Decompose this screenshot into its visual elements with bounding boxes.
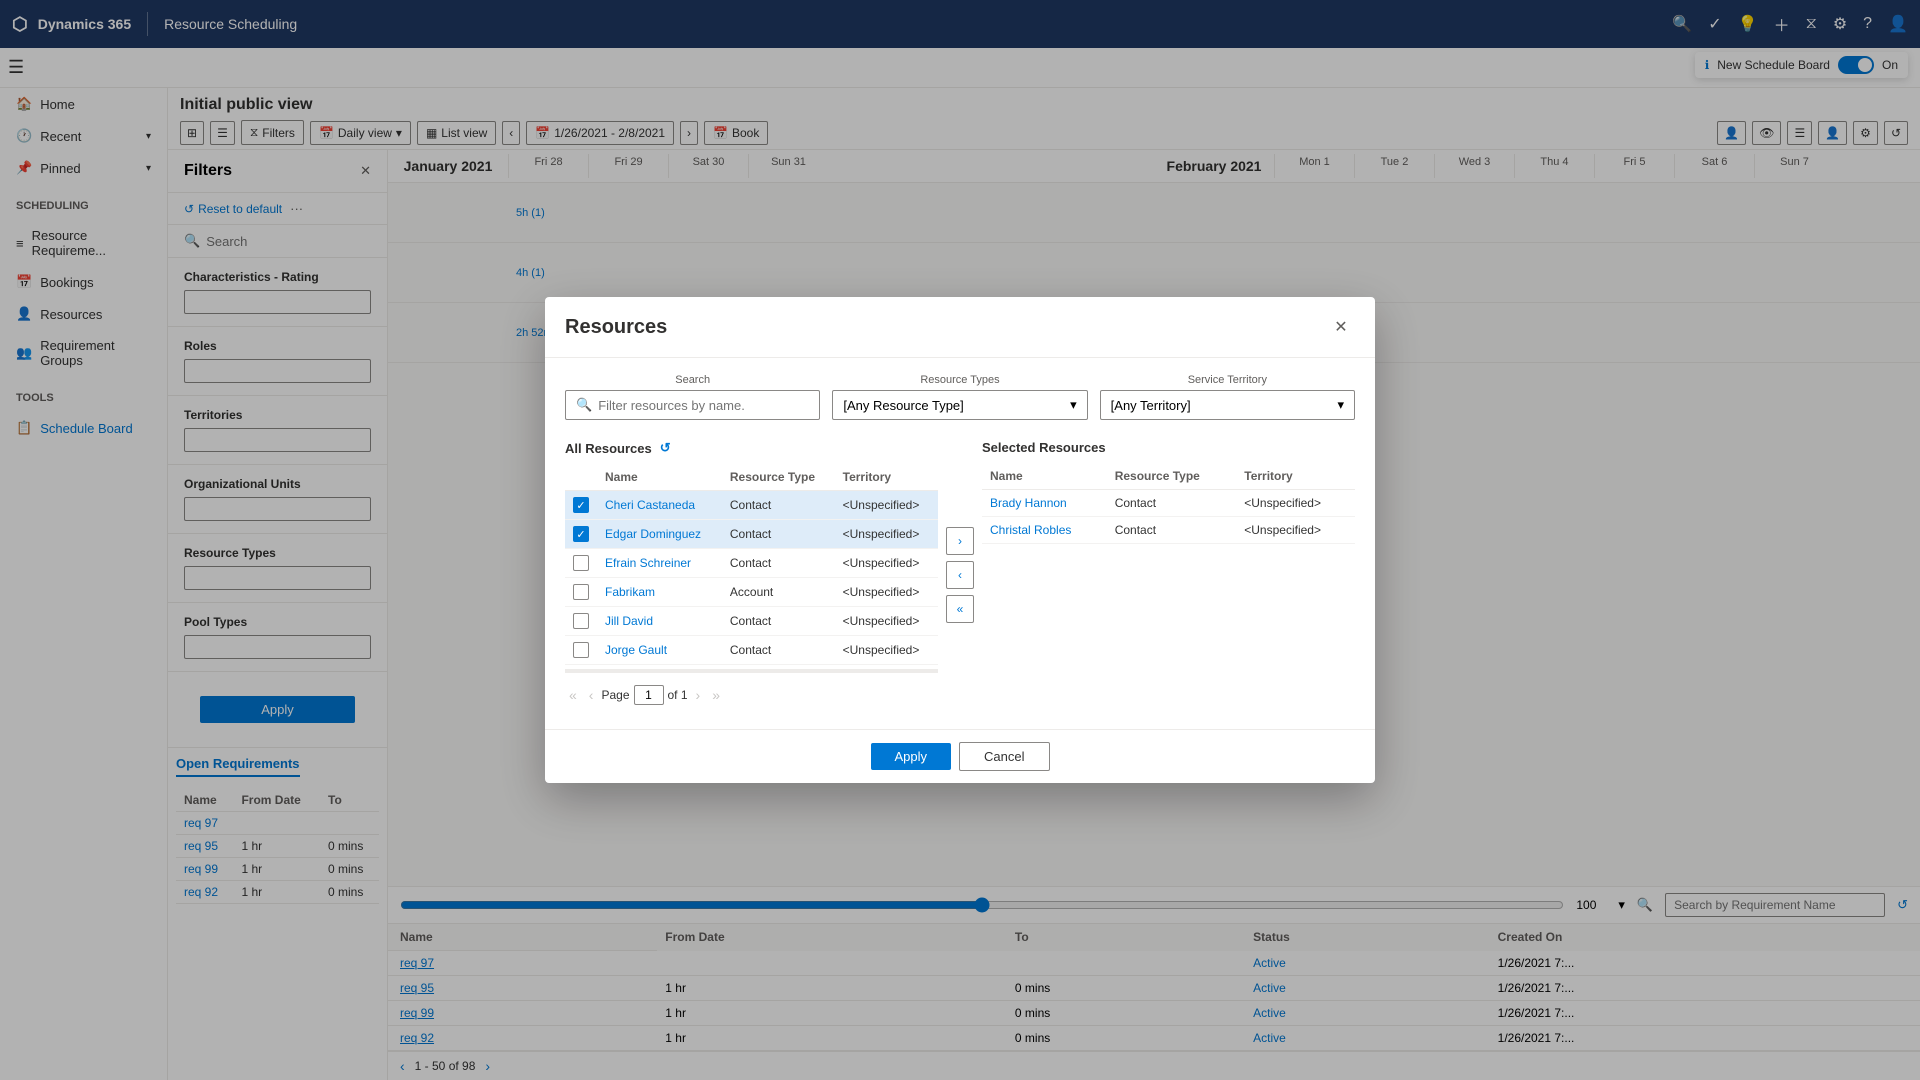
modal-search-col: Search 🔍 xyxy=(565,374,820,420)
resources-modal: Resources ✕ Search 🔍 Resource Types xyxy=(545,297,1375,783)
edgar-territory: <Unspecified> xyxy=(835,520,938,549)
cheri-territory: <Unspecified> xyxy=(835,491,938,520)
fabrikam-type: Account xyxy=(722,578,835,607)
modal-overlay[interactable]: Resources ✕ Search 🔍 Resource Types xyxy=(0,0,1920,1080)
checkbox-efrain[interactable] xyxy=(565,549,597,578)
page-label: Page xyxy=(601,688,629,702)
selected-resources-section: Selected Resources Name Resource Type Te… xyxy=(982,436,1355,713)
cheri-type: Contact xyxy=(722,491,835,520)
modal-search-icon: 🔍 xyxy=(576,397,592,413)
all-resources-refresh-icon[interactable]: ↺ xyxy=(660,440,671,456)
page-number-input[interactable] xyxy=(634,685,664,705)
modal-cancel-button[interactable]: Cancel xyxy=(959,742,1049,771)
selected-christal-link[interactable]: Christal Robles xyxy=(990,523,1071,537)
efrain-territory: <Unspecified> xyxy=(835,549,938,578)
territory-chevron-icon: ▾ xyxy=(1337,397,1344,413)
resource-types-chevron-icon: ▾ xyxy=(1070,397,1077,413)
modal-close-button[interactable]: ✕ xyxy=(1327,313,1355,341)
modal-apply-button[interactable]: Apply xyxy=(871,743,952,770)
all-resources-section: All Resources ↺ Name Resource Type Terri… xyxy=(565,436,938,713)
checkbox-jorge[interactable] xyxy=(565,636,597,665)
resource-types-value: [Any Resource Type] xyxy=(843,398,963,413)
jill-territory: <Unspecified> xyxy=(835,607,938,636)
resource-fabrikam-link[interactable]: Fabrikam xyxy=(605,585,655,599)
christal-type: Contact xyxy=(1107,517,1237,544)
page-next-button[interactable]: › xyxy=(692,685,705,705)
list-item: ✓ Edgar Dominguez Contact <Unspecified> xyxy=(565,520,938,549)
col-all-territory: Territory xyxy=(835,464,938,491)
col-sel-type: Resource Type xyxy=(1107,463,1237,490)
col-all-type: Resource Type xyxy=(722,464,835,491)
selected-resources-label: Selected Resources xyxy=(982,440,1106,455)
modal-filter-row: Search 🔍 Resource Types [Any Resource Ty… xyxy=(565,374,1355,420)
list-item: Efrain Schreiner Contact <Unspecified> xyxy=(565,549,938,578)
list-item: Christal Robles Contact <Unspecified> xyxy=(982,517,1355,544)
resource-edgar-link[interactable]: Edgar Dominguez xyxy=(605,527,701,541)
modal-title: Resources xyxy=(565,316,667,339)
list-item: Fabrikam Account <Unspecified> xyxy=(565,578,938,607)
modal-header: Resources ✕ xyxy=(545,297,1375,358)
col-check xyxy=(565,464,597,491)
all-resources-pagination: « ‹ Page of 1 › » xyxy=(565,677,938,713)
modal-resource-types-select[interactable]: [Any Resource Type] ▾ xyxy=(832,390,1087,420)
of-label: of 1 xyxy=(668,688,688,702)
all-resources-header: All Resources ↺ xyxy=(565,436,938,464)
modal-search-label: Search xyxy=(565,374,820,386)
resource-jorge-link[interactable]: Jorge Gault xyxy=(605,643,667,657)
resource-jill-link[interactable]: Jill David xyxy=(605,614,653,628)
brady-territory: <Unspecified> xyxy=(1236,490,1355,517)
modal-footer: Apply Cancel xyxy=(545,729,1375,783)
fabrikam-territory: <Unspecified> xyxy=(835,578,938,607)
jill-type: Contact xyxy=(722,607,835,636)
efrain-type: Contact xyxy=(722,549,835,578)
checkbox-cheri[interactable]: ✓ xyxy=(565,491,597,520)
modal-resource-types-col: Resource Types [Any Resource Type] ▾ xyxy=(832,374,1087,420)
modal-service-territory-label: Service Territory xyxy=(1100,374,1355,386)
territory-value: [Any Territory] xyxy=(1111,398,1191,413)
checkbox-edgar[interactable]: ✓ xyxy=(565,520,597,549)
jorge-type: Contact xyxy=(722,636,835,665)
checkbox-fabrikam[interactable] xyxy=(565,578,597,607)
edgar-type: Contact xyxy=(722,520,835,549)
page-first-button[interactable]: « xyxy=(565,685,581,705)
list-item: Brady Hannon Contact <Unspecified> xyxy=(982,490,1355,517)
resource-efrain-link[interactable]: Efrain Schreiner xyxy=(605,556,691,570)
transfer-left-button[interactable]: ‹ xyxy=(946,561,974,589)
resource-cheri-link[interactable]: Cheri Castaneda xyxy=(605,498,695,512)
page-last-button[interactable]: » xyxy=(708,685,724,705)
selected-resources-table: Name Resource Type Territory Brady Hanno… xyxy=(982,463,1355,544)
modal-service-territory-col: Service Territory [Any Territory] ▾ xyxy=(1100,374,1355,420)
list-item: Jill David Contact <Unspecified> xyxy=(565,607,938,636)
page-prev-button[interactable]: ‹ xyxy=(585,685,598,705)
col-all-name: Name xyxy=(597,464,722,491)
brady-type: Contact xyxy=(1107,490,1237,517)
selected-brady-link[interactable]: Brady Hannon xyxy=(990,496,1067,510)
modal-search-input[interactable] xyxy=(598,398,809,413)
all-resources-label: All Resources xyxy=(565,441,652,456)
all-resources-table: Name Resource Type Territory ✓ xyxy=(565,464,938,665)
list-item: ✓ Cheri Castaneda Contact <Unspecified> xyxy=(565,491,938,520)
col-sel-name: Name xyxy=(982,463,1107,490)
selected-resources-header: Selected Resources xyxy=(982,436,1355,463)
modal-body: Search 🔍 Resource Types [Any Resource Ty… xyxy=(545,358,1375,729)
modal-service-territory-select[interactable]: [Any Territory] ▾ xyxy=(1100,390,1355,420)
list-item: Jorge Gault Contact <Unspecified> xyxy=(565,636,938,665)
modal-resource-types-label: Resource Types xyxy=(832,374,1087,386)
transfer-all-left-button[interactable]: « xyxy=(946,595,974,623)
jorge-territory: <Unspecified> xyxy=(835,636,938,665)
checkbox-jill[interactable] xyxy=(565,607,597,636)
modal-search-field: 🔍 xyxy=(565,390,820,420)
christal-territory: <Unspecified> xyxy=(1236,517,1355,544)
resources-tables: All Resources ↺ Name Resource Type Terri… xyxy=(565,436,1355,713)
transfer-buttons: › ‹ « xyxy=(938,436,982,713)
transfer-right-button[interactable]: › xyxy=(946,527,974,555)
col-sel-territory: Territory xyxy=(1236,463,1355,490)
